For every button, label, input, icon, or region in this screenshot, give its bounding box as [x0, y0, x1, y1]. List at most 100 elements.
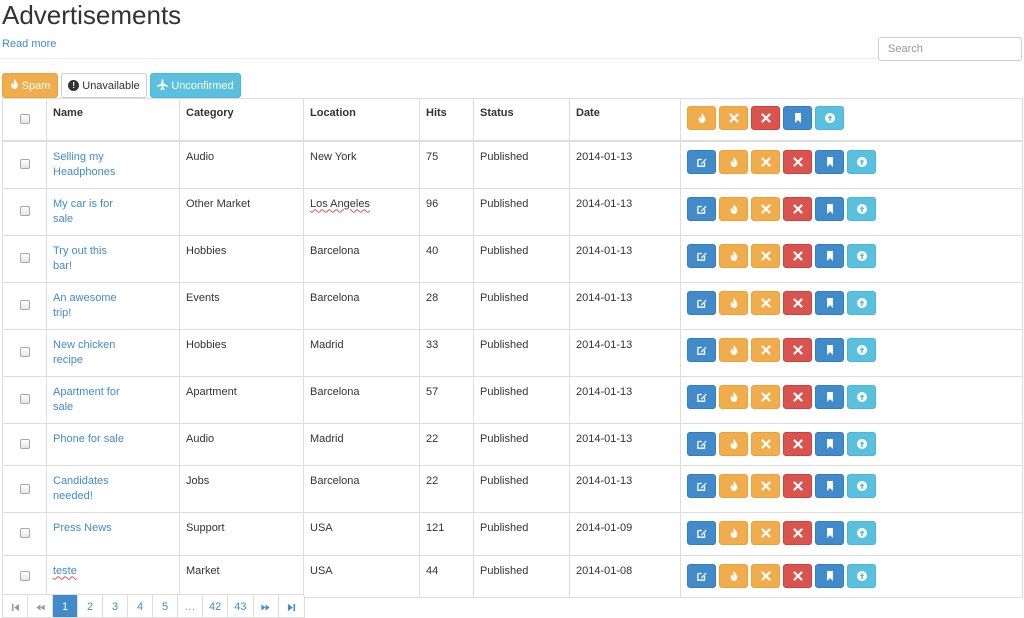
page-4-button[interactable]: 4 [128, 595, 153, 617]
column-header-name[interactable]: Name [46, 98, 180, 142]
mark-unavailable-button[interactable] [751, 149, 780, 174]
bulk-unavailable-button[interactable] [719, 106, 748, 130]
edit-button[interactable] [687, 290, 716, 315]
move-to-top-button[interactable] [847, 196, 876, 221]
feature-button[interactable] [815, 290, 844, 315]
ad-name-link[interactable]: Press News [53, 522, 112, 534]
edit-button[interactable] [687, 337, 716, 362]
row-checkbox[interactable] [19, 347, 30, 358]
row-checkbox[interactable] [19, 528, 30, 539]
mark-spam-button[interactable] [719, 563, 748, 588]
move-to-top-button[interactable] [847, 149, 876, 174]
mark-unavailable-button[interactable] [751, 563, 780, 588]
mark-spam-button[interactable] [719, 149, 748, 174]
delete-button[interactable] [783, 431, 812, 456]
ad-name-link[interactable]: New chicken recipe [53, 339, 115, 366]
column-header-location[interactable]: Location [303, 98, 420, 142]
move-to-top-button[interactable] [847, 384, 876, 409]
delete-button[interactable] [783, 563, 812, 588]
previous-page-button[interactable] [28, 595, 53, 617]
edit-button[interactable] [687, 474, 716, 498]
mark-spam-button[interactable] [719, 337, 748, 362]
edit-button[interactable] [687, 563, 716, 588]
mark-spam-button[interactable] [719, 431, 748, 456]
unavailable-filter-button[interactable]: ! Unavailable [61, 73, 147, 98]
delete-button[interactable] [783, 243, 812, 268]
delete-button[interactable] [783, 337, 812, 362]
mark-unavailable-button[interactable] [751, 521, 780, 545]
move-to-top-button[interactable] [847, 431, 876, 456]
page-2-button[interactable]: 2 [78, 595, 103, 617]
mark-unavailable-button[interactable] [751, 474, 780, 498]
feature-button[interactable] [815, 474, 844, 498]
edit-button[interactable] [687, 431, 716, 456]
ad-name-link[interactable]: Candidates needed! [53, 475, 109, 502]
move-to-top-button[interactable] [847, 474, 876, 498]
page-42-button[interactable]: 42 [203, 595, 229, 617]
row-checkbox[interactable] [19, 570, 30, 581]
mark-unavailable-button[interactable] [751, 431, 780, 456]
mark-unavailable-button[interactable] [751, 196, 780, 221]
row-checkbox[interactable] [19, 394, 30, 405]
bulk-top-button[interactable] [815, 106, 844, 130]
page-5-button[interactable]: 5 [153, 595, 178, 617]
bulk-spam-button[interactable] [687, 106, 716, 130]
move-to-top-button[interactable] [847, 563, 876, 588]
feature-button[interactable] [815, 431, 844, 456]
mark-spam-button[interactable] [719, 196, 748, 221]
row-checkbox[interactable] [19, 253, 30, 264]
move-to-top-button[interactable] [847, 521, 876, 545]
ad-name-link[interactable]: An awesome trip! [53, 292, 117, 319]
search-input[interactable] [878, 37, 1022, 61]
edit-button[interactable] [687, 521, 716, 545]
edit-button[interactable] [687, 196, 716, 221]
ad-name-link[interactable]: My car is for sale [53, 198, 113, 225]
delete-button[interactable] [783, 474, 812, 498]
delete-button[interactable] [783, 521, 812, 545]
column-header-status[interactable]: Status [473, 98, 570, 142]
row-checkbox[interactable] [19, 206, 30, 217]
bulk-feature-button[interactable] [783, 106, 812, 130]
edit-button[interactable] [687, 243, 716, 268]
feature-button[interactable] [815, 149, 844, 174]
feature-button[interactable] [815, 563, 844, 588]
row-checkbox[interactable] [19, 438, 30, 449]
move-to-top-button[interactable] [847, 337, 876, 362]
column-header-category[interactable]: Category [179, 98, 304, 142]
mark-spam-button[interactable] [719, 290, 748, 315]
mark-spam-button[interactable] [719, 243, 748, 268]
move-to-top-button[interactable] [847, 290, 876, 315]
mark-unavailable-button[interactable] [751, 243, 780, 268]
read-more-link[interactable]: Read more [2, 38, 56, 50]
page-1-button[interactable]: 1 [53, 595, 78, 617]
feature-button[interactable] [815, 337, 844, 362]
feature-button[interactable] [815, 243, 844, 268]
feature-button[interactable] [815, 384, 844, 409]
ad-name-link[interactable]: Phone for sale [53, 433, 124, 445]
mark-unavailable-button[interactable] [751, 337, 780, 362]
spam-filter-button[interactable]: Spam [2, 73, 58, 98]
column-header-date[interactable]: Date [569, 98, 681, 142]
mark-spam-button[interactable] [719, 474, 748, 498]
last-page-button[interactable] [278, 595, 304, 617]
delete-button[interactable] [783, 290, 812, 315]
delete-button[interactable] [783, 384, 812, 409]
delete-button[interactable] [783, 149, 812, 174]
ad-name-link[interactable]: Apartment for sale [53, 386, 120, 413]
ad-name-link[interactable]: Selling my Headphones [53, 151, 115, 178]
page-3-button[interactable]: 3 [103, 595, 128, 617]
mark-spam-button[interactable] [719, 521, 748, 545]
row-checkbox[interactable] [19, 300, 30, 311]
mark-unavailable-button[interactable] [751, 384, 780, 409]
bulk-delete-button[interactable] [751, 106, 780, 130]
column-header-hits[interactable]: Hits [419, 98, 474, 142]
page-43-button[interactable]: 43 [228, 595, 254, 617]
edit-button[interactable] [687, 384, 716, 409]
ad-name-link[interactable]: Try out this bar! [53, 245, 107, 272]
row-checkbox[interactable] [19, 483, 30, 494]
next-page-button[interactable] [253, 595, 279, 617]
feature-button[interactable] [815, 196, 844, 221]
mark-unavailable-button[interactable] [751, 290, 780, 315]
select-all-checkbox[interactable] [19, 113, 30, 124]
edit-button[interactable] [687, 149, 716, 174]
